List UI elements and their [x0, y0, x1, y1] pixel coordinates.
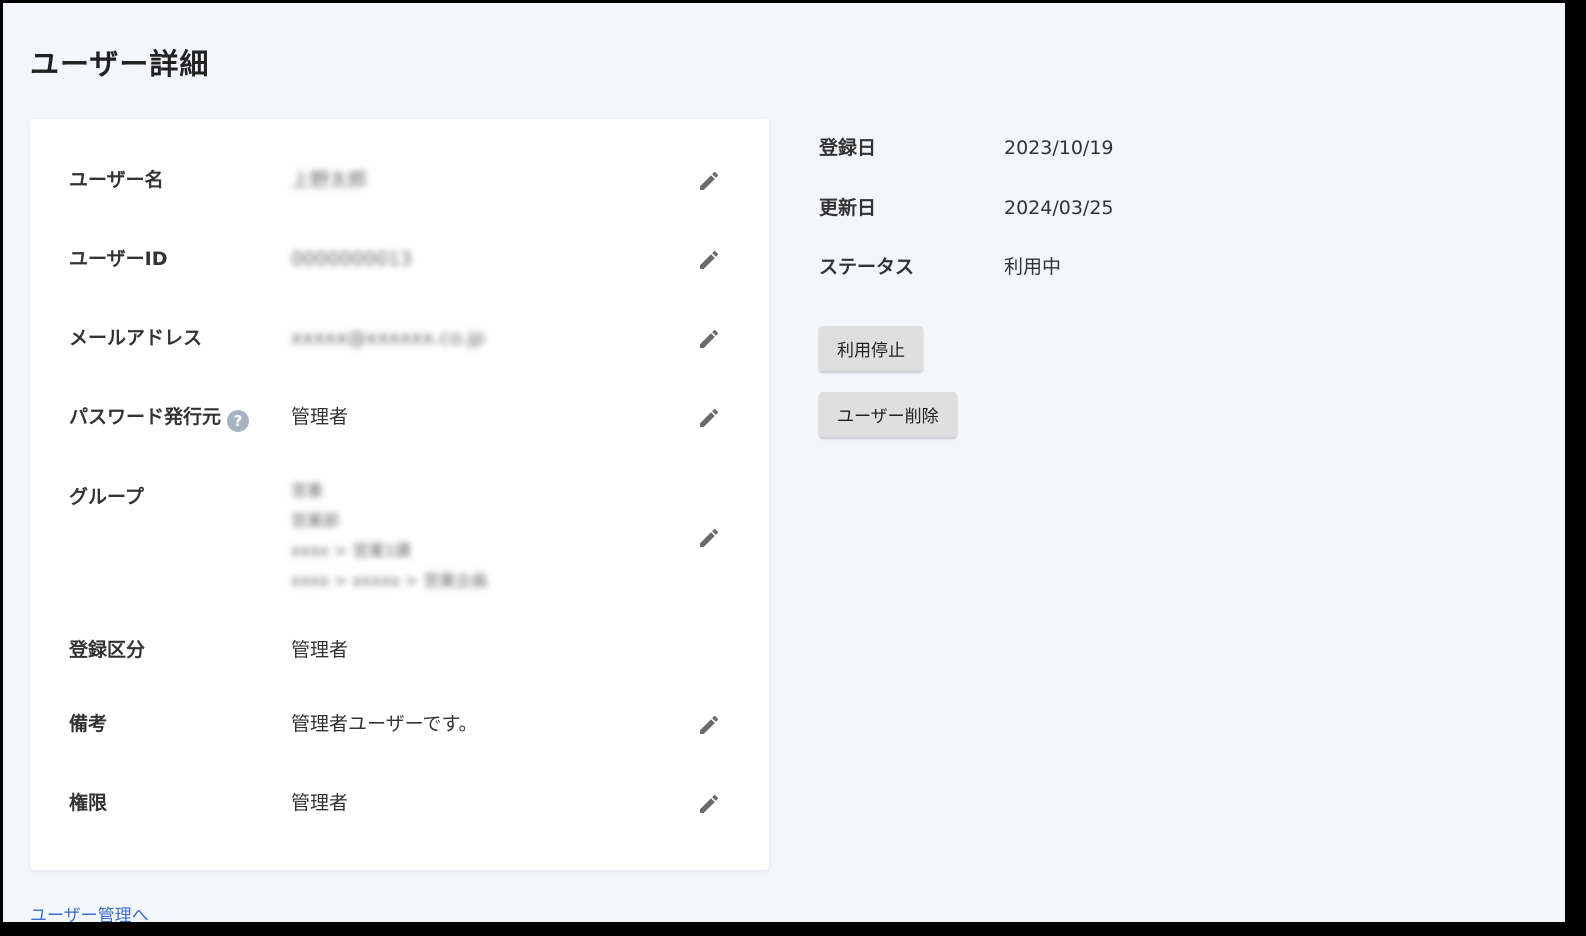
status-label: ステータス	[819, 256, 915, 278]
suspend-button[interactable]: 利用停止	[819, 326, 923, 371]
email-label: メールアドレス	[69, 327, 203, 349]
pencil-icon	[700, 715, 719, 734]
group-item: 営業	[291, 481, 324, 500]
group-item: xxxx > xxxxx > 営業企画	[291, 571, 488, 590]
permission-value: 管理者	[291, 792, 349, 814]
pencil-icon	[700, 250, 719, 269]
back-to-user-management-link[interactable]: ユーザー管理へ	[30, 901, 149, 922]
registered-date-value: 2023/10/19	[1004, 137, 1114, 159]
registration-type-value: 管理者	[291, 639, 349, 661]
password-issuer-value: 管理者	[291, 406, 349, 428]
group-item: 営業部	[291, 511, 340, 530]
page-title: ユーザー詳細	[30, 47, 210, 81]
password-issuer-label: パスワード発行元?	[69, 405, 250, 432]
status-value: 利用中	[1004, 256, 1062, 278]
email-value: xxxxx@xxxxxx.co.jp	[291, 327, 485, 349]
updated-date-label: 更新日	[819, 197, 877, 219]
edit-email-button[interactable]	[694, 324, 724, 354]
edit-username-button[interactable]	[694, 166, 724, 196]
username-label: ユーザー名	[69, 169, 164, 191]
pencil-icon	[700, 528, 719, 547]
delete-user-button[interactable]: ユーザー削除	[819, 392, 957, 437]
page-frame: ユーザー詳細 ユーザー名 上野太郎 ユーザーID 0000000013 メールア…	[3, 3, 1565, 922]
edit-user-id-button[interactable]	[694, 245, 724, 275]
group-values: 営業 営業部 xxxx > 営業1課 xxxx > xxxxx > 営業企画	[291, 479, 487, 599]
permission-label: 権限	[69, 792, 108, 814]
registration-type-label: 登録区分	[69, 639, 146, 661]
pencil-icon	[700, 794, 719, 813]
pencil-icon	[700, 408, 719, 427]
group-label: グループ	[69, 486, 144, 508]
registered-date-label: 登録日	[819, 137, 877, 159]
notes-label: 備考	[69, 713, 108, 735]
pencil-icon	[700, 171, 719, 190]
group-item: xxxx > 営業1課	[291, 541, 411, 560]
updated-date-value: 2024/03/25	[1004, 197, 1114, 219]
user-detail-card: ユーザー名 上野太郎 ユーザーID 0000000013 メールアドレス xxx…	[30, 119, 769, 870]
user-id-value: 0000000013	[291, 248, 412, 270]
edit-password-issuer-button[interactable]	[694, 403, 724, 433]
edit-notes-button[interactable]	[694, 710, 724, 740]
username-value: 上野太郎	[291, 169, 368, 191]
password-issuer-label-text: パスワード発行元	[69, 406, 222, 428]
edit-group-button[interactable]	[694, 523, 724, 553]
notes-value: 管理者ユーザーです。	[291, 713, 478, 735]
edit-permission-button[interactable]	[694, 789, 724, 819]
pencil-icon	[700, 329, 719, 348]
question-circle-icon[interactable]: ?	[227, 410, 250, 432]
user-id-label: ユーザーID	[69, 248, 168, 270]
